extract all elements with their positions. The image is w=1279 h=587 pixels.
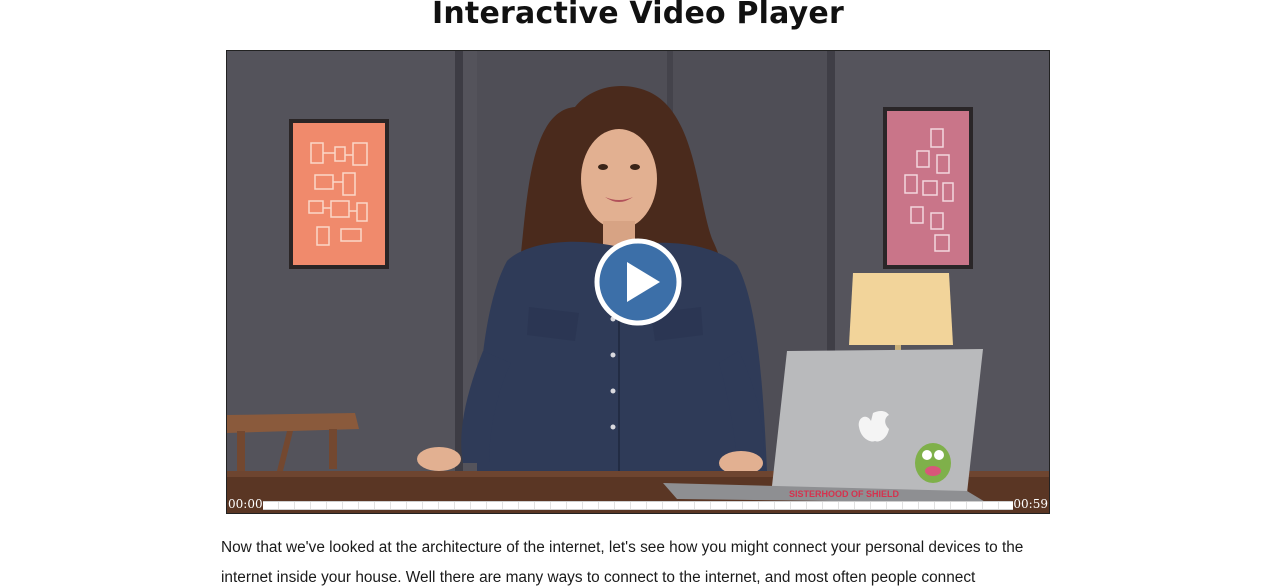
page-title: Interactive Video Player	[432, 0, 844, 31]
play-icon	[594, 238, 682, 326]
progress-bar[interactable]	[263, 501, 1013, 510]
play-button[interactable]	[594, 238, 682, 326]
video-player[interactable]: SISTERHOOD OF SHIELD 00:00 00:59	[226, 50, 1050, 514]
progress-ticks	[263, 502, 1013, 509]
transcript-text: Now that we've looked at the architectur…	[221, 539, 1024, 586]
current-time: 00:00	[228, 497, 263, 511]
total-time: 00:59	[1013, 497, 1048, 511]
player-controls: 00:00 00:59	[227, 495, 1049, 513]
